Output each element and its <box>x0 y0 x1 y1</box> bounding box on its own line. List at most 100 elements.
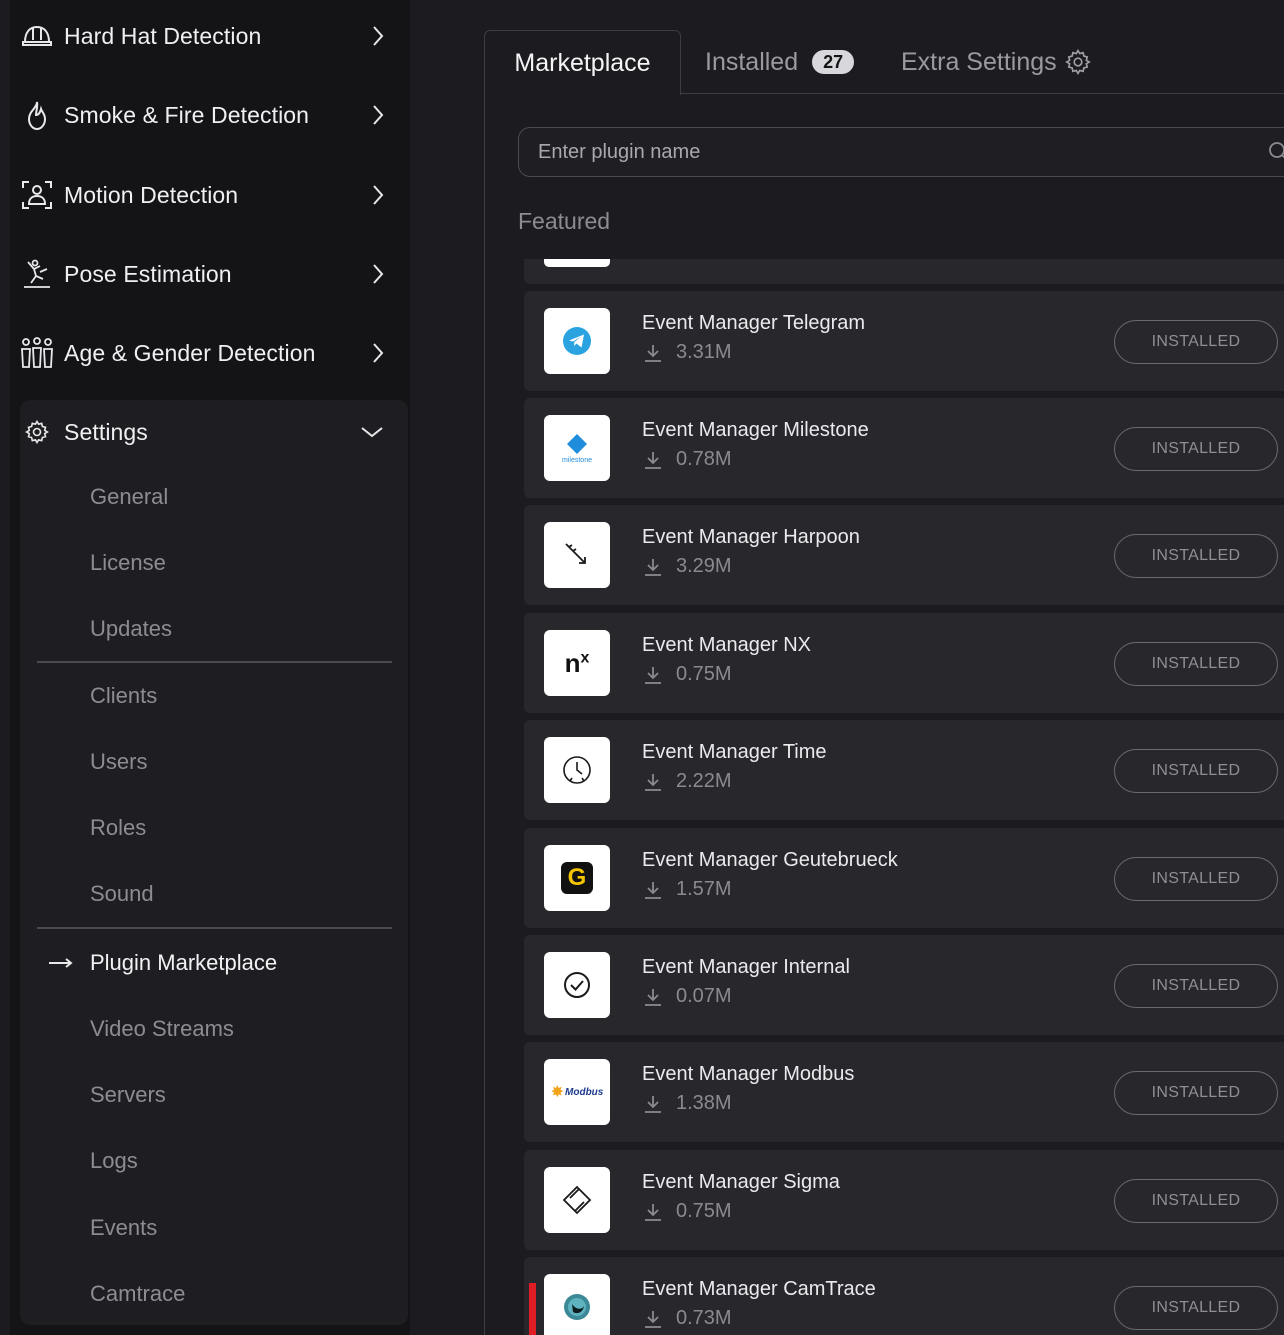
plugin-size: 1.57M <box>642 878 732 901</box>
settings-item-plugin-marketplace[interactable]: Plugin Marketplace <box>90 950 277 976</box>
sidebar-item-smoke-fire[interactable]: Smoke & Fire Detection <box>20 95 390 135</box>
settings-item-sound[interactable]: Sound <box>90 881 154 907</box>
settings-item-roles[interactable]: Roles <box>90 815 146 841</box>
nx-letter-n: n <box>564 647 581 678</box>
nx-icon: nx <box>544 630 610 696</box>
settings-item-license[interactable]: License <box>90 550 166 576</box>
plugin-name: Event Manager Milestone <box>642 419 869 441</box>
plugin-card-geutebrueck[interactable]: G Event Manager Geutebrueck 1.57M INSTAL… <box>524 828 1284 928</box>
plugin-size: 3.29M <box>642 555 732 578</box>
tab-label: Marketplace <box>514 48 651 77</box>
download-icon <box>642 556 664 578</box>
sidebar: Hard Hat Detection Smoke & Fire Detectio… <box>10 0 410 1335</box>
arrow-right-icon <box>49 958 73 968</box>
search-input[interactable] <box>519 139 1265 165</box>
sidebar-item-settings[interactable]: Settings <box>20 412 384 452</box>
sidebar-item-label: Hard Hat Detection <box>64 22 262 49</box>
settings-item-logs[interactable]: Logs <box>90 1148 138 1174</box>
geutebrueck-badge: G <box>561 862 593 894</box>
chevron-right-icon <box>366 183 390 207</box>
pose-icon <box>20 257 54 291</box>
settings-item-general[interactable]: General <box>90 484 168 510</box>
plugin-card-milestone[interactable]: milestone Event Manager Milestone 0.78M … <box>524 398 1284 498</box>
geutebrueck-icon: G <box>544 845 610 911</box>
settings-item-camtrace[interactable]: Camtrace <box>90 1281 185 1307</box>
installed-button[interactable]: INSTALLED <box>1114 642 1278 686</box>
plugin-logo <box>544 259 610 267</box>
nx-wordmark: nx <box>565 648 590 679</box>
plugin-size-value: 0.75M <box>676 1200 732 1222</box>
download-icon <box>642 1308 664 1330</box>
settings-item-users[interactable]: Users <box>90 749 147 775</box>
main-panel: Marketplace Installed 27 Extra Settings <box>484 30 1284 1335</box>
tab-marketplace[interactable]: Marketplace <box>484 30 681 95</box>
installed-button[interactable]: INSTALLED <box>1114 749 1278 793</box>
installed-button[interactable]: INSTALLED <box>1114 857 1278 901</box>
camtrace-icon <box>544 1274 610 1335</box>
settings-item-events[interactable]: Events <box>90 1215 157 1241</box>
hard-hat-icon <box>20 19 54 53</box>
plugin-name: Event Manager Telegram <box>642 312 866 334</box>
plugin-card-harpoon[interactable]: Event Manager Harpoon 3.29M INSTALLED <box>524 505 1284 605</box>
tab-underline <box>680 93 1284 94</box>
plugin-size-value: 2.22M <box>676 770 732 792</box>
sidebar-item-pose[interactable]: Pose Estimation <box>20 254 390 294</box>
settings-item-video-streams[interactable]: Video Streams <box>90 1016 234 1042</box>
motion-icon <box>20 178 54 212</box>
sidebar-item-label: Pose Estimation <box>64 260 232 287</box>
installed-button[interactable]: INSTALLED <box>1114 534 1278 578</box>
divider <box>37 661 392 663</box>
harpoon-icon <box>544 522 610 588</box>
plugin-size-value: 0.78M <box>676 448 732 470</box>
plugin-list: Event Manager Telegram 3.31M INSTALLED m… <box>524 259 1284 1335</box>
plugin-size: 3.31M <box>642 341 732 364</box>
plugin-card-camtrace[interactable]: Event Manager CamTrace 0.73M INSTALLED <box>524 1257 1284 1335</box>
plugin-card-sigma[interactable]: Event Manager Sigma 0.75M INSTALLED <box>524 1150 1284 1250</box>
settings-item-updates[interactable]: Updates <box>90 616 172 642</box>
plugin-card-partial <box>524 259 1284 284</box>
chevron-right-icon <box>366 262 390 286</box>
tab-extra-settings[interactable]: Extra Settings <box>901 30 1091 94</box>
download-icon <box>642 986 664 1008</box>
plugin-size: 0.73M <box>642 1307 732 1330</box>
plugin-size: 0.75M <box>642 663 732 686</box>
clock-icon <box>544 737 610 803</box>
plugin-card-modbus[interactable]: ✸ Modbus Event Manager Modbus 1.38M INST… <box>524 1042 1284 1142</box>
tab-installed[interactable]: Installed 27 <box>705 30 855 94</box>
sidebar-item-label: Smoke & Fire Detection <box>64 101 310 128</box>
modbus-wordmark: Modbus <box>565 1086 604 1098</box>
installed-button[interactable]: INSTALLED <box>1114 1071 1278 1115</box>
app-root: Hard Hat Detection Smoke & Fire Detectio… <box>0 0 1284 1335</box>
sidebar-item-hard-hat[interactable]: Hard Hat Detection <box>20 16 390 56</box>
settings-panel: Settings General License Updates Clients… <box>20 400 408 1325</box>
sidebar-item-label: Age & Gender Detection <box>64 339 316 366</box>
settings-item-clients[interactable]: Clients <box>90 683 157 709</box>
plugin-name: Event Manager Sigma <box>642 1171 840 1193</box>
installed-button[interactable]: INSTALLED <box>1114 1286 1278 1330</box>
installed-button[interactable]: INSTALLED <box>1114 320 1278 364</box>
sigma-icon <box>544 1167 610 1233</box>
check-circle-icon <box>544 952 610 1018</box>
sidebar-item-age-gender[interactable]: Age & Gender Detection <box>20 333 390 373</box>
plugin-card-nx[interactable]: nx Event Manager NX 0.75M INSTALLED <box>524 613 1284 713</box>
sidebar-item-motion[interactable]: Motion Detection <box>20 175 390 215</box>
plugin-card-time[interactable]: Event Manager Time 2.22M INSTALLED <box>524 720 1284 820</box>
geutebrueck-letter: G <box>567 864 587 891</box>
section-title-featured: Featured <box>518 208 611 234</box>
tab-label: Installed <box>705 47 799 76</box>
download-icon <box>642 664 664 686</box>
sidebar-item-label: Motion Detection <box>64 181 239 208</box>
sidebar-item-label: Settings <box>64 418 148 445</box>
plugin-card-internal[interactable]: Event Manager Internal 0.07M INSTALLED <box>524 935 1284 1035</box>
plugin-name: Event Manager Geutebrueck <box>642 849 898 871</box>
plugin-size: 0.78M <box>642 448 732 471</box>
plugin-size-value: 3.31M <box>676 341 732 363</box>
installed-button[interactable]: INSTALLED <box>1114 1179 1278 1223</box>
tab-label: Extra Settings <box>901 47 1057 76</box>
installed-button[interactable]: INSTALLED <box>1114 964 1278 1008</box>
plugin-name: Event Manager Modbus <box>642 1063 855 1085</box>
settings-item-servers[interactable]: Servers <box>90 1082 166 1108</box>
installed-button[interactable]: INSTALLED <box>1114 427 1278 471</box>
plugin-card-telegram[interactable]: Event Manager Telegram 3.31M INSTALLED <box>524 291 1284 391</box>
search-icon[interactable] <box>1265 138 1284 166</box>
